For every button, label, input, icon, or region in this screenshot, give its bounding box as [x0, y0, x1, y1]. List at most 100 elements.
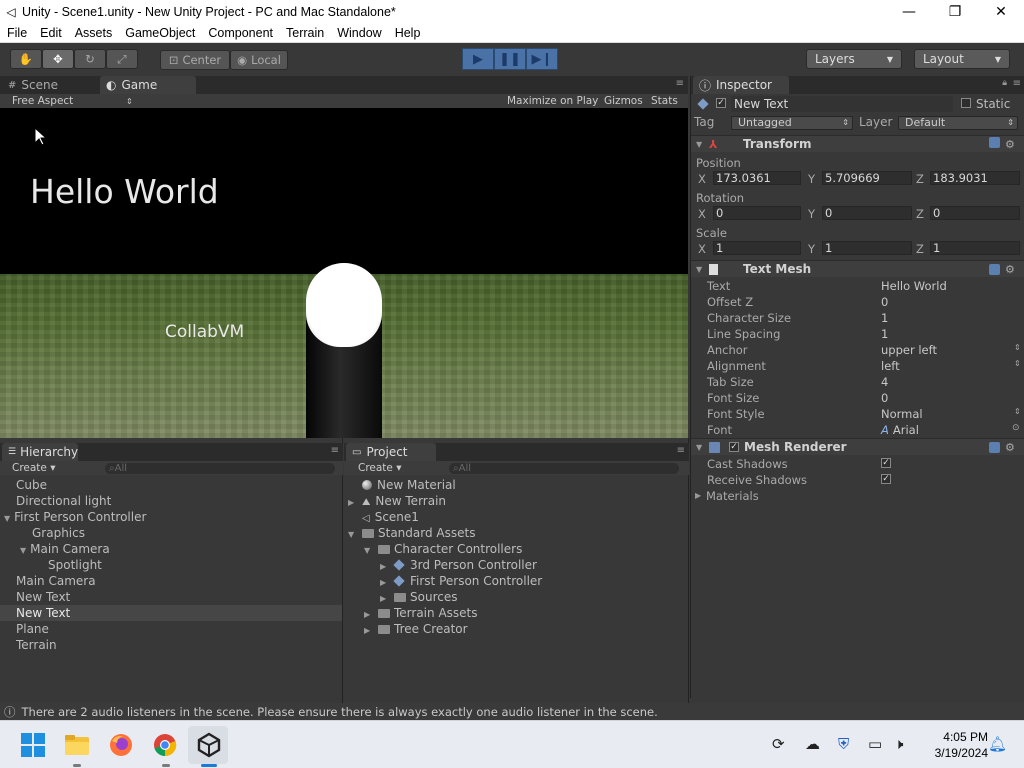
- scale-x-field[interactable]: 1: [713, 241, 801, 255]
- object-name-field[interactable]: New Text: [731, 96, 953, 112]
- pause-button[interactable]: ❚❚: [494, 48, 526, 70]
- notification-bell-icon[interactable]: 🔔︎: [988, 735, 1007, 753]
- panel-menu-icon[interactable]: ≡: [1013, 78, 1021, 89]
- hierarchy-item[interactable]: Plane: [0, 621, 342, 637]
- panel-menu-icon[interactable]: ≡: [331, 445, 339, 456]
- step-button[interactable]: ▶❙: [526, 48, 558, 70]
- mesh-renderer-enabled-checkbox[interactable]: ✓: [729, 442, 739, 452]
- position-y-field[interactable]: 5.709669: [822, 171, 912, 185]
- hierarchy-item[interactable]: New Text: [0, 589, 342, 605]
- hierarchy-create-button[interactable]: Create ▾: [12, 462, 56, 474]
- system-clock[interactable]: 4:05 PM 3/19/2024: [918, 729, 988, 761]
- text-mesh-prop-value[interactable]: left: [881, 359, 900, 373]
- tab-game[interactable]: ◐ Game: [100, 76, 196, 94]
- minimize-button[interactable]: —: [886, 4, 932, 20]
- foldout-arrow-icon[interactable]: ▶: [695, 491, 701, 500]
- menu-file[interactable]: File: [0, 26, 33, 40]
- pivot-center-button[interactable]: ⊡ Center: [160, 50, 230, 70]
- foldout-arrow-icon[interactable]: ▼: [348, 527, 358, 543]
- text-mesh-prop-value[interactable]: 1: [881, 311, 888, 325]
- help-icon[interactable]: [989, 264, 1000, 275]
- project-item[interactable]: ▶ ⛰ New Terrain: [348, 493, 446, 509]
- hierarchy-item[interactable]: ▼ First Person Controller: [0, 509, 342, 525]
- foldout-arrow-icon[interactable]: ▼: [20, 546, 26, 555]
- scale-tool-button[interactable]: ⤢: [106, 49, 138, 69]
- project-item[interactable]: ▼ Standard Assets: [348, 525, 475, 541]
- layout-dropdown[interactable]: Layout ▼: [914, 49, 1010, 69]
- hierarchy-item[interactable]: Directional light: [0, 493, 342, 509]
- text-mesh-prop-value[interactable]: 1: [881, 327, 888, 341]
- hierarchy-item[interactable]: Graphics: [0, 525, 342, 541]
- menu-component[interactable]: Component: [201, 26, 279, 40]
- foldout-arrow-icon[interactable]: ▼: [4, 514, 10, 523]
- project-item[interactable]: ▶ Tree Creator: [364, 621, 468, 637]
- gear-icon[interactable]: ⚙: [1005, 261, 1015, 278]
- project-item[interactable]: ▼ Character Controllers: [364, 541, 522, 557]
- volume-muted-icon[interactable]: 🕨︎: [894, 735, 903, 753]
- menu-gameobject[interactable]: GameObject: [118, 26, 201, 40]
- play-button[interactable]: ▶: [462, 48, 494, 70]
- mesh-renderer-header[interactable]: ▼ ✓ Mesh Renderer ⚙: [691, 438, 1024, 455]
- hierarchy-search-field[interactable]: ⌕All: [105, 462, 335, 474]
- text-mesh-prop-value[interactable]: 4: [881, 375, 888, 389]
- project-item[interactable]: ▶ Sources: [380, 589, 457, 605]
- stats-toggle[interactable]: Stats: [651, 95, 678, 107]
- hand-tool-button[interactable]: ✋: [10, 49, 42, 69]
- panel-menu-icon[interactable]: ≡: [677, 445, 685, 456]
- layers-dropdown[interactable]: Layers ▼: [806, 49, 902, 69]
- gizmos-toggle[interactable]: Gizmos: [604, 95, 643, 107]
- text-mesh-prop-value[interactable]: Hello World: [881, 279, 947, 293]
- pivot-local-button[interactable]: ◉ Local: [230, 50, 288, 70]
- hierarchy-item[interactable]: ▼ Main Camera: [0, 541, 342, 557]
- menu-assets[interactable]: Assets: [68, 26, 119, 40]
- text-mesh-prop-value[interactable]: A Arial: [881, 423, 919, 437]
- menu-edit[interactable]: Edit: [33, 26, 68, 40]
- project-item[interactable]: New Material: [348, 477, 456, 493]
- position-z-field[interactable]: 183.9031: [930, 171, 1020, 185]
- console-status-bar[interactable]: ⓘ There are 2 audio listeners in the sce…: [0, 703, 1024, 720]
- project-item[interactable]: ▶ First Person Controller: [380, 573, 542, 589]
- tab-inspector[interactable]: ⓘ Inspector: [693, 76, 789, 94]
- aspect-dropdown[interactable]: Free Aspect: [12, 95, 73, 107]
- layer-dropdown[interactable]: Default ⇕: [898, 116, 1018, 130]
- firefox-icon[interactable]: [108, 732, 134, 758]
- foldout-arrow-icon[interactable]: ▶: [364, 623, 374, 639]
- close-button[interactable]: ✕: [978, 4, 1024, 20]
- text-mesh-prop-value[interactable]: upper left: [881, 343, 937, 357]
- rotation-y-field[interactable]: 0: [822, 206, 912, 220]
- rotation-z-field[interactable]: 0: [930, 206, 1020, 220]
- scale-y-field[interactable]: 1: [822, 241, 912, 255]
- project-item[interactable]: ▶ 3rd Person Controller: [380, 557, 537, 573]
- network-icon[interactable]: ▭: [868, 735, 882, 753]
- project-search-field[interactable]: ⌕All: [449, 462, 679, 474]
- cast-shadows-checkbox[interactable]: ✓: [881, 458, 891, 468]
- menu-terrain[interactable]: Terrain: [279, 26, 330, 40]
- menu-window[interactable]: Window: [330, 26, 387, 40]
- maximize-button[interactable]: ❐: [932, 4, 978, 20]
- text-mesh-header[interactable]: ▼ Text Mesh ⚙: [691, 260, 1024, 277]
- sync-icon[interactable]: ⟳: [772, 735, 785, 753]
- hierarchy-item[interactable]: Main Camera: [0, 573, 342, 589]
- help-icon[interactable]: [989, 442, 1000, 453]
- foldout-arrow-icon[interactable]: ▼: [364, 543, 374, 559]
- file-explorer-icon[interactable]: [64, 732, 90, 758]
- rotate-tool-button[interactable]: ↻: [74, 49, 106, 69]
- windows-start-icon[interactable]: [20, 732, 46, 758]
- tab-scene[interactable]: # Scene: [2, 76, 96, 94]
- lock-icon[interactable]: 🔒︎: [1002, 78, 1007, 88]
- hierarchy-item[interactable]: New Text: [0, 605, 342, 621]
- maximize-on-play-toggle[interactable]: Maximize on Play: [507, 95, 598, 107]
- game-view[interactable]: Hello World CollabVM: [0, 108, 688, 438]
- tab-hierarchy[interactable]: ☰ Hierarchy: [2, 443, 78, 461]
- menu-help[interactable]: Help: [388, 26, 427, 40]
- text-mesh-prop-value[interactable]: 0: [881, 295, 888, 309]
- materials-label[interactable]: Materials: [706, 489, 759, 503]
- hierarchy-item[interactable]: Cube: [0, 477, 342, 493]
- tag-dropdown[interactable]: Untagged ⇕: [731, 116, 853, 130]
- tab-project[interactable]: ▭ Project: [346, 443, 436, 461]
- gear-icon[interactable]: ⚙: [1005, 439, 1015, 456]
- help-icon[interactable]: [989, 137, 1000, 148]
- position-x-field[interactable]: 173.0361: [713, 171, 801, 185]
- rotation-x-field[interactable]: 0: [713, 206, 801, 220]
- chrome-icon[interactable]: [152, 732, 178, 758]
